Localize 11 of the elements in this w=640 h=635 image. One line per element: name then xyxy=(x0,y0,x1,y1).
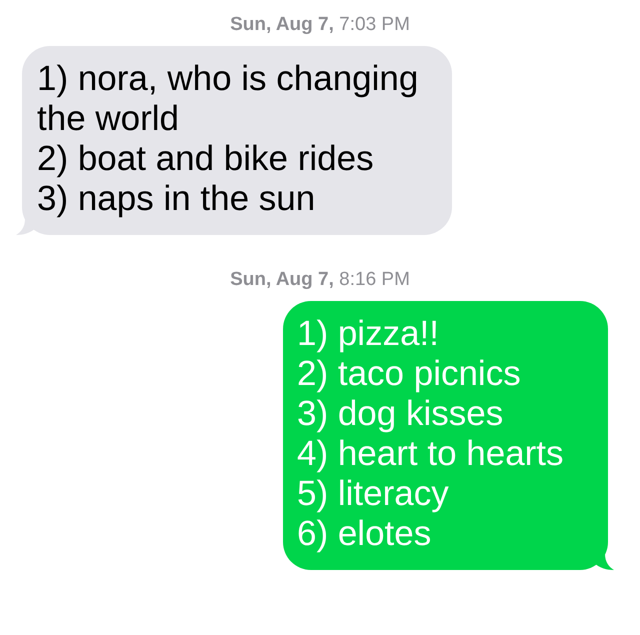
message-text: 6) elotes xyxy=(297,514,432,554)
message-timestamp: Sun, Aug 7, 7:03 PM xyxy=(229,13,411,37)
message-text: 1) nora, who is changing the world xyxy=(37,59,420,139)
message-text: 3) dog kisses xyxy=(297,394,504,434)
message-text: 3) naps in the sun xyxy=(37,179,316,219)
message-text: 2) taco picnics xyxy=(297,354,522,394)
message-text: 5) literacy xyxy=(297,474,450,514)
message-text: 1) pizza!! xyxy=(297,314,440,354)
message-text: 2) boat and bike rides xyxy=(37,139,375,179)
message-timestamp: Sun, Aug 7, 8:16 PM xyxy=(229,268,411,292)
message-text: 4) heart to hearts xyxy=(297,434,565,474)
